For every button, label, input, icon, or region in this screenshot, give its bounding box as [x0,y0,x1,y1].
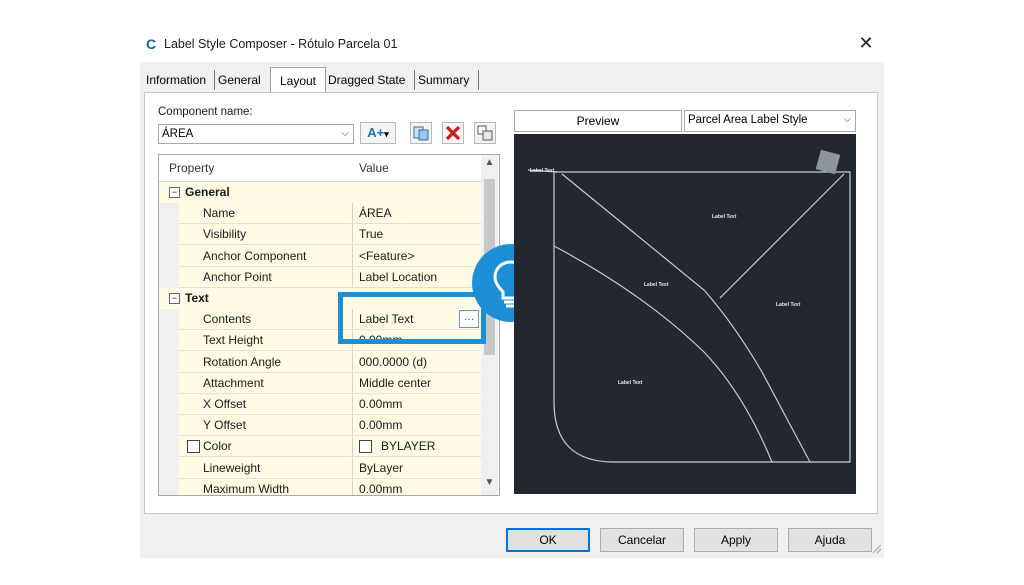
parcel-division-line-a [561,173,811,463]
tab-dragged-state[interactable]: Dragged State [326,70,415,90]
property-key: X Offset [203,397,247,411]
property-key: Y Offset [203,418,246,433]
preview-label-right: Label Text [776,302,801,308]
tab-information[interactable]: Information [144,70,215,90]
property-key: Rotation Angle [203,354,282,369]
delete-icon [445,125,461,141]
contents-highlight-box [338,292,486,344]
property-key: Anchor Point [203,269,272,284]
cancel-button[interactable]: Cancelar [600,528,684,552]
property-key: Attachment [203,375,264,390]
property-value[interactable]: <Feature> [359,249,414,263]
property-key: Text Height [203,333,264,348]
color-value-swatch [359,440,372,454]
parcel-outline [553,171,851,463]
property-value[interactable]: True [359,227,383,241]
preview-label-upper: Label Text [712,214,737,220]
chevron-down-icon: ⌵ [341,128,349,139]
window-title: Label Style Composer - Rótulo Parcela 01 [164,37,398,51]
grid-property-row[interactable]: Maximum Width 0.00mm [159,479,481,496]
collapse-toggle-icon[interactable]: − [169,187,180,198]
grid-property-row[interactable]: Attachment Middle center [159,373,481,394]
property-column-header: Property [169,161,215,175]
scroll-up-icon[interactable]: ▲ [484,157,495,168]
view-cube-icon [815,149,841,175]
copy-component-button[interactable] [410,122,432,144]
reorder-component-button[interactable] [474,122,496,144]
property-value[interactable]: ByLayer [359,461,403,475]
grid-property-row[interactable]: Rotation Angle 000.0000 (d) [159,352,481,373]
copy-icon [413,126,429,141]
property-value[interactable]: 0.00mm [359,418,402,432]
property-value[interactable]: 0.00mm [359,397,402,411]
apply-button[interactable]: Apply [694,528,778,552]
collapse-toggle-icon[interactable]: − [169,293,180,304]
color-swatch-checkbox[interactable] [187,440,200,454]
preview-label-lower: Label Text [618,380,643,386]
property-value[interactable]: 0.00mm [359,482,402,495]
preview-style-value: Parcel Area Label Style [688,114,808,126]
grid-property-row[interactable]: Name ÁREA [159,203,481,225]
property-key: Maximum Width [203,481,290,496]
tab-summary[interactable]: Summary [416,70,479,90]
preview-tab[interactable]: Preview [514,110,682,132]
grid-property-row[interactable]: Color BYLAYER [159,436,481,458]
grid-property-row[interactable]: Anchor Component <Feature> [159,246,481,267]
property-value[interactable]: ÁREA [359,206,392,220]
grid-header: Property Value [159,155,481,182]
reorder-icon [477,125,493,141]
resize-grip-icon[interactable] [872,544,882,554]
property-value[interactable]: BYLAYER [381,439,435,453]
ok-button[interactable]: OK [506,528,590,552]
grid-property-row[interactable]: Y Offset 0.00mm [159,415,481,437]
preview-canvas[interactable]: Label Text Label Text Label Text Label T… [514,134,856,494]
add-component-icon: A+ [367,125,385,140]
property-key: Color [203,439,232,454]
property-value[interactable]: 000.0000 (d) [359,355,427,369]
component-name-label: Component name: [158,106,253,118]
tab-general[interactable]: General [216,70,271,90]
app-icon: C [146,36,157,52]
component-name-select[interactable]: ÁREA ⌵ [158,124,354,144]
add-component-button[interactable]: A+▾ [360,122,396,144]
component-name-value: ÁREA [162,128,194,140]
grid-category-row[interactable]: − General [159,182,481,203]
scroll-down-icon[interactable]: ▼ [484,477,495,488]
grid-property-row[interactable]: Lineweight ByLayer [159,458,481,479]
close-icon[interactable]: ✕ [856,32,876,54]
property-value[interactable]: Label Location [359,270,437,284]
preview-style-select[interactable]: Parcel Area Label Style ⌵ [684,110,856,132]
grid-property-row[interactable]: X Offset 0.00mm [159,394,481,415]
property-value[interactable]: Middle center [359,376,431,390]
grid-property-row[interactable]: Anchor Point Label Location [159,267,481,288]
property-key: Contents [203,312,252,327]
grid-property-row[interactable]: Visibility True [159,224,481,246]
chevron-down-icon: ⌵ [843,114,851,125]
property-key: Lineweight [203,460,261,475]
tab-layout[interactable]: Layout [270,67,326,92]
preview-label-center: Label Text [644,282,669,288]
property-key: Name [203,206,236,221]
delete-component-button[interactable] [442,122,464,144]
category-label: General [185,185,230,199]
parcel-division-line-c [719,173,845,299]
help-button[interactable]: Ajuda [788,528,872,552]
property-key: Visibility [203,227,247,242]
property-key: Anchor Component [203,248,307,263]
value-column-header: Value [359,161,389,175]
preview-label-top: Label Text [530,168,555,174]
category-label: Text [185,291,209,305]
